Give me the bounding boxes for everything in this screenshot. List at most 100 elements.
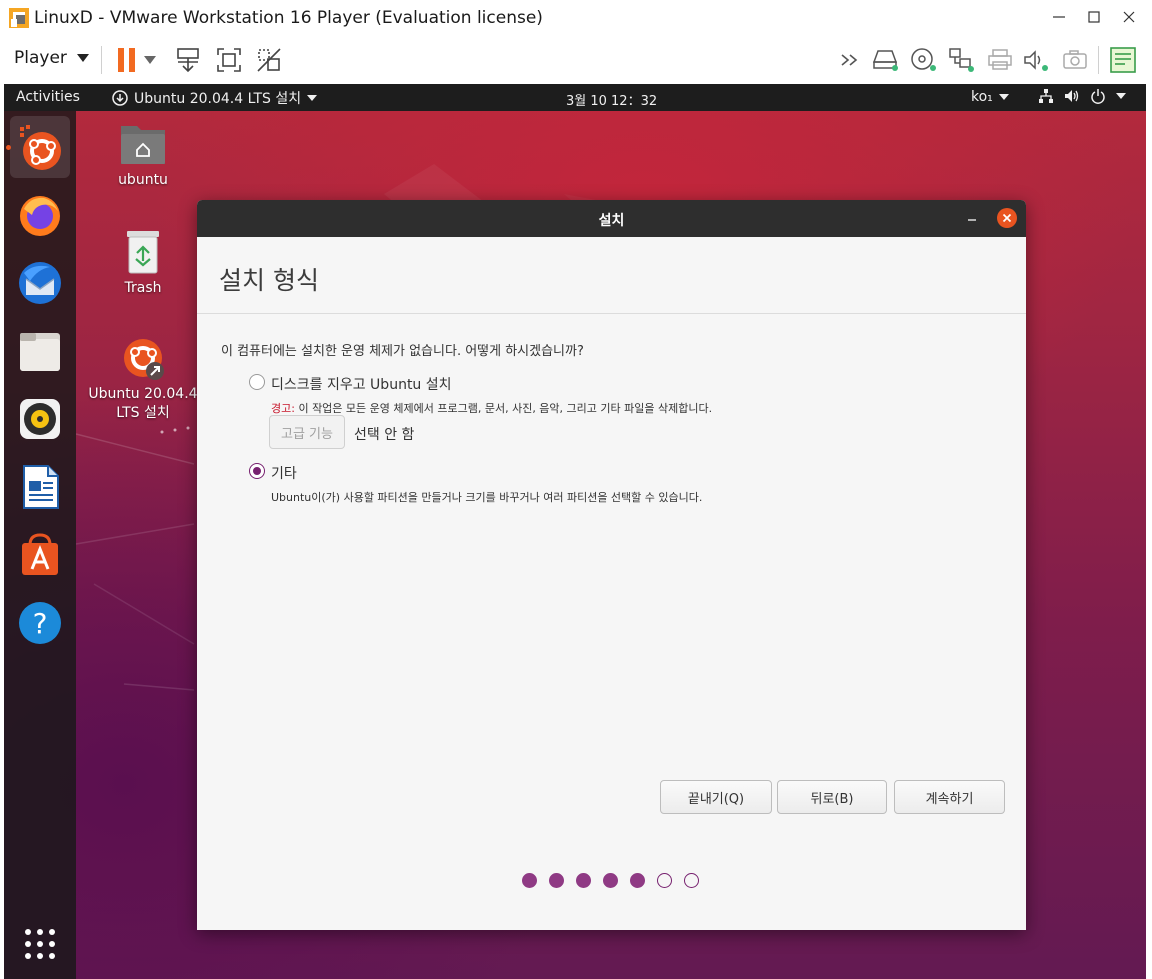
send-ctrl-alt-del-button[interactable] xyxy=(172,44,204,76)
continue-button[interactable]: 계속하기 xyxy=(894,780,1005,814)
power-options-dropdown[interactable] xyxy=(140,44,160,76)
network-adapter-button[interactable] xyxy=(946,44,978,76)
progress-dot xyxy=(657,873,672,888)
printer-button[interactable] xyxy=(984,44,1016,76)
desktop-icon-label: Trash xyxy=(124,280,162,296)
host-title-bar: LinuxD - VMware Workstation 16 Player (E… xyxy=(0,0,1152,36)
wired-network-icon xyxy=(1039,89,1053,103)
desktop-icon-trash[interactable]: Trash xyxy=(88,228,198,296)
toolbar-divider xyxy=(1098,46,1099,74)
desktop-icon-home[interactable]: ubuntu xyxy=(88,120,198,188)
dock-item-files[interactable] xyxy=(10,320,70,382)
sound-card-button[interactable] xyxy=(1020,44,1052,76)
camera-button[interactable] xyxy=(1059,44,1091,76)
installer-window: 설치 설치 형식 이 컴퓨터에는 설치한 운영 체제가 없습니다. 어떻게 하시… xyxy=(197,200,1026,930)
dock: ? xyxy=(4,111,76,979)
maximize-button[interactable] xyxy=(1077,2,1111,32)
ubuntu-installer-icon xyxy=(20,125,61,170)
unity-icon xyxy=(257,48,281,72)
desktop-icon-label: ubuntu xyxy=(118,172,168,188)
minimize-button[interactable] xyxy=(1042,2,1076,32)
installer-minimize-button[interactable] xyxy=(962,208,982,228)
libreoffice-writer-icon xyxy=(23,465,59,509)
send-ctrl-alt-del-icon xyxy=(177,48,199,73)
dock-item-thunderbird[interactable] xyxy=(10,252,70,314)
pause-icon xyxy=(118,48,135,72)
dock-item-installer[interactable] xyxy=(10,116,70,178)
trash-icon xyxy=(127,231,159,274)
dock-item-rhythmbox[interactable] xyxy=(10,388,70,450)
help-icon: ? xyxy=(19,602,61,644)
input-method-label: ko₁ xyxy=(971,89,993,105)
close-icon xyxy=(1123,11,1135,23)
installer-content: 이 컴퓨터에는 설치한 운영 체제가 없습니다. 어떻게 하시겠습니까? 디스크… xyxy=(197,315,1026,930)
progress-dot xyxy=(684,873,699,888)
player-menu-label: Player xyxy=(14,48,67,68)
advanced-features-button[interactable]: 고급 기능 xyxy=(269,415,345,449)
network-icon xyxy=(949,48,974,72)
show-apps-icon xyxy=(25,929,55,959)
installer-close-button[interactable] xyxy=(997,208,1017,228)
progress-dot xyxy=(522,873,537,888)
caret-down-icon xyxy=(144,56,156,64)
hard-disk-button[interactable] xyxy=(870,44,902,76)
installer-download-icon xyxy=(112,90,128,106)
back-button[interactable]: 뒤로(B) xyxy=(777,780,887,814)
minimize-icon xyxy=(1053,16,1065,18)
clock[interactable]: 3월 10 12：32 xyxy=(566,90,657,109)
guest-screen[interactable]: Activities Ubuntu 20.04.4 LTS 설치 3월 10 1… xyxy=(4,84,1146,979)
cd-dvd-button[interactable] xyxy=(908,44,940,76)
input-method-button[interactable]: ko₁ xyxy=(971,89,1009,105)
player-menu-button[interactable]: Player xyxy=(14,48,89,68)
desktop-icon-installer[interactable]: Ubuntu 20.04.4 LTS 설치 xyxy=(88,334,198,422)
files-icon xyxy=(20,333,60,371)
close-icon xyxy=(1002,213,1012,223)
close-window-button[interactable] xyxy=(1112,2,1146,32)
progress-dot xyxy=(576,873,591,888)
something-else-radio[interactable] xyxy=(249,463,265,479)
dock-item-libreoffice-writer[interactable] xyxy=(10,456,70,518)
notes-button[interactable] xyxy=(1107,44,1139,76)
installer-header-bar[interactable]: 설치 xyxy=(197,200,1026,237)
progress-indicator xyxy=(522,873,699,888)
show-applications-button[interactable] xyxy=(10,913,70,975)
quit-button[interactable]: 끝내기(Q) xyxy=(660,780,772,814)
progress-dot xyxy=(603,873,618,888)
something-else-description: Ubuntu이(가) 사용할 파티션을 만들거나 크기를 바꾸거나 여러 파티션… xyxy=(271,491,703,504)
app-menu-button[interactable]: Ubuntu 20.04.4 LTS 설치 xyxy=(112,88,318,108)
dock-item-firefox[interactable] xyxy=(10,184,70,246)
window-title: LinuxD - VMware Workstation 16 Player (E… xyxy=(34,8,543,28)
home-folder-icon xyxy=(121,126,165,164)
erase-disk-label[interactable]: 디스크를 지우고 Ubuntu 설치 xyxy=(271,374,452,394)
cd-dvd-icon xyxy=(911,48,936,71)
erase-disk-radio[interactable] xyxy=(249,374,265,390)
unity-button[interactable] xyxy=(253,44,285,76)
fullscreen-icon xyxy=(217,48,241,72)
software-center-icon xyxy=(22,533,58,575)
camera-icon xyxy=(1063,50,1087,69)
dock-item-help[interactable]: ? xyxy=(10,592,70,654)
page-title: 설치 형식 xyxy=(219,266,319,295)
caret-down-icon xyxy=(76,54,89,62)
host-window-border xyxy=(1146,84,1152,979)
firefox-icon xyxy=(20,196,60,236)
more-icon xyxy=(841,54,858,66)
minimize-icon xyxy=(968,219,976,221)
pause-button[interactable] xyxy=(111,44,143,76)
printer-icon xyxy=(988,49,1012,70)
vmware-player-icon xyxy=(9,8,29,28)
thunderbird-icon xyxy=(19,262,61,304)
activities-button[interactable]: Activities xyxy=(16,89,80,105)
erase-disk-warning: 경고: 이 작업은 모든 운영 체제에서 프로그램, 문서, 사진, 음악, 그… xyxy=(271,400,712,416)
more-devices-button[interactable] xyxy=(836,44,868,76)
system-tray-button[interactable] xyxy=(1038,88,1126,104)
notes-icon xyxy=(1110,47,1136,73)
advanced-features-status: 선택 안 함 xyxy=(354,427,415,443)
maximize-icon xyxy=(1088,11,1100,23)
something-else-label[interactable]: 기타 xyxy=(271,463,297,483)
app-menu-label: Ubuntu 20.04.4 LTS 설치 xyxy=(134,91,302,107)
full-screen-button[interactable] xyxy=(213,44,245,76)
dock-item-software[interactable] xyxy=(10,524,70,586)
progress-dot xyxy=(549,873,564,888)
installer-window-title: 설치 xyxy=(598,213,625,229)
